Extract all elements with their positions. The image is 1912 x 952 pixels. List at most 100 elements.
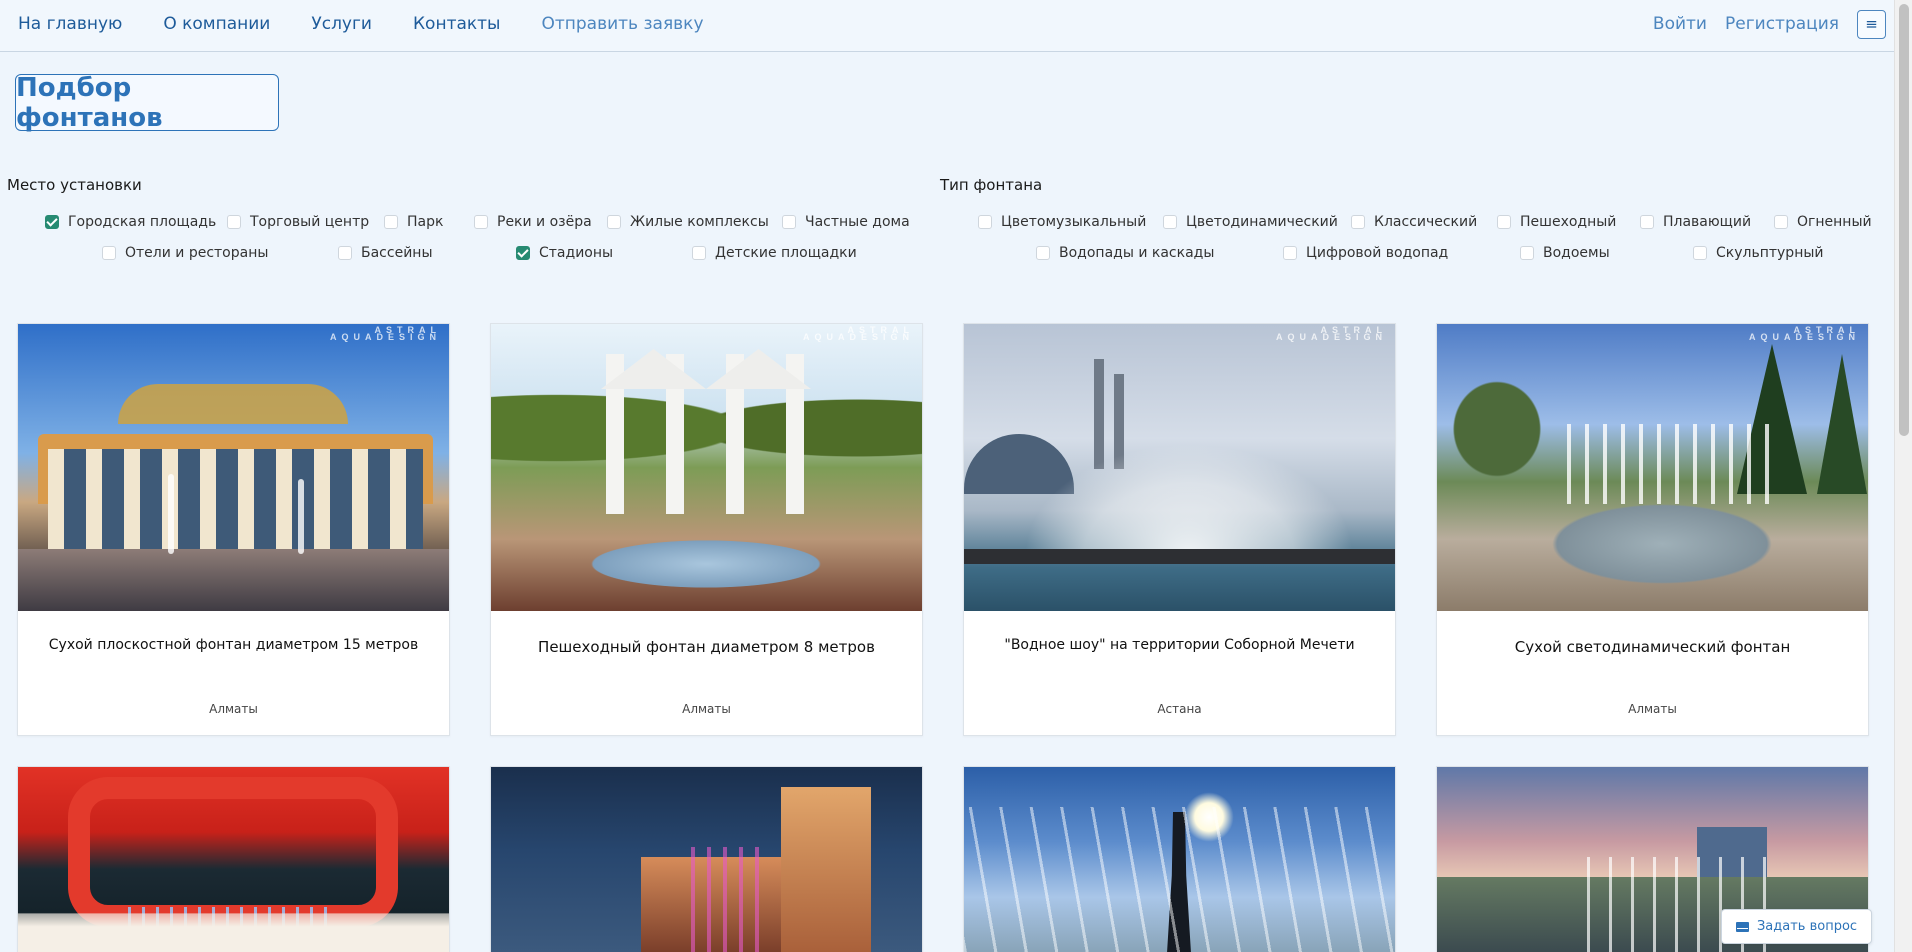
filter-type-color-music[interactable]: Цветомузыкальный [978, 214, 1146, 230]
filter-location-hotels[interactable]: Отели и рестораны [102, 245, 268, 261]
filter-location-rivers[interactable]: Реки и озёра [474, 214, 592, 230]
card-title[interactable]: Сухой светодинамический фонтан [1447, 638, 1858, 656]
filter-type-classic[interactable]: Классический [1351, 214, 1477, 230]
filter-location-residential[interactable]: Жилые комплексы [607, 214, 769, 230]
checkbox-label: Цветодинамический [1186, 214, 1338, 230]
nav-home-link[interactable]: На главную [18, 14, 122, 34]
ask-question-label: Задать вопрос [1756, 919, 1858, 934]
login-link[interactable]: Войти [1653, 14, 1707, 34]
checkbox-checked-icon[interactable] [45, 215, 59, 229]
checkbox-label: Отели и рестораны [125, 245, 269, 261]
checkbox-label: Плавающий [1663, 214, 1752, 230]
project-card[interactable]: ASTRAL AQUADESIGN Сухой светодинамический… [1436, 323, 1869, 736]
menu-toggle-button[interactable]: ≡ [1857, 9, 1886, 39]
filter-type-floating[interactable]: Плавающий [1640, 214, 1751, 230]
checkbox-icon[interactable] [1520, 246, 1534, 260]
checkbox-label: Детские площадки [715, 245, 857, 261]
checkbox-icon[interactable] [227, 215, 241, 229]
nav-request-link[interactable]: Отправить заявку [541, 14, 703, 34]
filter-type-sculptural[interactable]: Скульптурный [1693, 245, 1824, 261]
checkbox-icon[interactable] [1693, 246, 1707, 260]
ask-question-button[interactable]: Задать вопрос [1721, 909, 1872, 944]
card-image[interactable] [964, 767, 1395, 952]
checkbox-label: Водоемы [1543, 245, 1610, 261]
filter-type-ponds[interactable]: Водоемы [1520, 245, 1610, 261]
hamburger-icon: ≡ [1865, 15, 1878, 33]
checkbox-icon[interactable] [1163, 215, 1177, 229]
card-image[interactable]: ASTRAL AQUADESIGN [18, 324, 449, 611]
astral-watermark: ASTRAL AQUADESIGN [329, 325, 441, 342]
checkbox-icon[interactable] [1351, 215, 1365, 229]
checkbox-icon[interactable] [1283, 246, 1297, 260]
checkbox-icon[interactable] [384, 215, 398, 229]
card-body: Сухой плоскостной фонтан диаметром 15 ме… [18, 611, 449, 735]
project-card[interactable]: ASTRAL AQUADESIGN "Водное шоу" на террито… [963, 323, 1396, 736]
card-image[interactable]: ASTRAL AQUADESIGN [964, 324, 1395, 611]
card-image[interactable]: ASTRAL AQUADESIGN [491, 324, 922, 611]
checkbox-icon[interactable] [1774, 215, 1788, 229]
page-scrollbar[interactable] [1894, 0, 1912, 952]
filter-location-city-square[interactable]: Городская площадь [45, 214, 216, 230]
filter-location-park[interactable]: Парк [384, 214, 443, 230]
card-image[interactable]: ASTRAL AQUADESIGN [1437, 324, 1868, 611]
nav-about-link[interactable]: О компании [163, 14, 270, 34]
filter-location-pools[interactable]: Бассейны [338, 245, 433, 261]
card-city: Алматы [209, 702, 258, 716]
filter-location-playgrounds[interactable]: Детские площадки [692, 245, 857, 261]
checkbox-icon[interactable] [978, 215, 992, 229]
project-card[interactable]: ASTRAL AQUADESIGN Пешеходный фонтан диаме… [490, 323, 923, 736]
checkbox-icon[interactable] [607, 215, 621, 229]
astral-watermark: ASTRAL AQUADESIGN [802, 325, 914, 342]
filter-type-fire[interactable]: Огненный [1774, 214, 1872, 230]
checkbox-label: Водопады и каскады [1059, 245, 1215, 261]
card-city: Алматы [682, 702, 731, 716]
location-filter-heading: Место установки [7, 176, 142, 194]
top-navbar: На главную О компании Услуги Контакты От… [0, 0, 1894, 52]
filter-location-stadiums[interactable]: Стадионы [516, 245, 613, 261]
nav-services-link[interactable]: Услуги [311, 14, 372, 34]
checkbox-icon[interactable] [474, 215, 488, 229]
card-body: Пешеходный фонтан диаметром 8 метров Алм… [491, 611, 922, 735]
checkbox-icon[interactable] [1036, 246, 1050, 260]
astral-watermark: ASTRAL AQUADESIGN [1275, 325, 1387, 342]
project-card[interactable] [17, 766, 450, 952]
main-nav: На главную О компании Услуги Контакты От… [18, 0, 745, 48]
card-city: Астана [1157, 702, 1202, 716]
filter-type-waterfalls[interactable]: Водопады и каскады [1036, 245, 1214, 261]
checkbox-label: Классический [1374, 214, 1478, 230]
checkbox-icon[interactable] [338, 246, 352, 260]
checkbox-label: Частные дома [805, 214, 910, 230]
checkbox-label: Жилые комплексы [630, 214, 769, 230]
checkbox-icon[interactable] [1497, 215, 1511, 229]
checkbox-icon[interactable] [1640, 215, 1654, 229]
checkbox-icon[interactable] [692, 246, 706, 260]
project-card[interactable]: ASTRAL AQUADESIGN Сухой плоскостной фонта… [17, 323, 450, 736]
card-image[interactable] [491, 767, 922, 952]
checkbox-checked-icon[interactable] [516, 246, 530, 260]
nav-contacts-link[interactable]: Контакты [413, 14, 501, 34]
checkbox-label: Огненный [1797, 214, 1872, 230]
filter-type-color-dynamic[interactable]: Цветодинамический [1163, 214, 1338, 230]
filter-type-pedestrian[interactable]: Пешеходный [1497, 214, 1616, 230]
checkbox-label: Цветомузыкальный [1001, 214, 1147, 230]
checkbox-label: Торговый центр [250, 214, 370, 230]
page-title-box: Подбор фонтанов [15, 73, 279, 133]
card-title[interactable]: Сухой плоскостной фонтан диаметром 15 ме… [28, 637, 439, 653]
checkbox-label: Стадионы [539, 245, 614, 261]
card-title[interactable]: "Водное шоу" на территории Соборной Мече… [974, 637, 1385, 653]
filter-type-digital-waterfall[interactable]: Цифровой водопад [1283, 245, 1448, 261]
project-card[interactable] [963, 766, 1396, 952]
checkbox-icon[interactable] [782, 215, 796, 229]
auth-nav: Войти Регистрация ≡ [1653, 0, 1886, 48]
project-card[interactable] [490, 766, 923, 952]
checkbox-icon[interactable] [102, 246, 116, 260]
register-link[interactable]: Регистрация [1725, 14, 1839, 34]
scrollbar-thumb[interactable] [1899, 4, 1909, 436]
filter-location-mall[interactable]: Торговый центр [227, 214, 369, 230]
checkbox-label: Реки и озёра [497, 214, 592, 230]
filter-location-private-houses[interactable]: Частные дома [782, 214, 910, 230]
card-title[interactable]: Пешеходный фонтан диаметром 8 метров [501, 638, 912, 656]
checkbox-label: Парк [407, 214, 444, 230]
envelope-icon [1735, 921, 1749, 932]
card-image[interactable] [18, 767, 449, 952]
